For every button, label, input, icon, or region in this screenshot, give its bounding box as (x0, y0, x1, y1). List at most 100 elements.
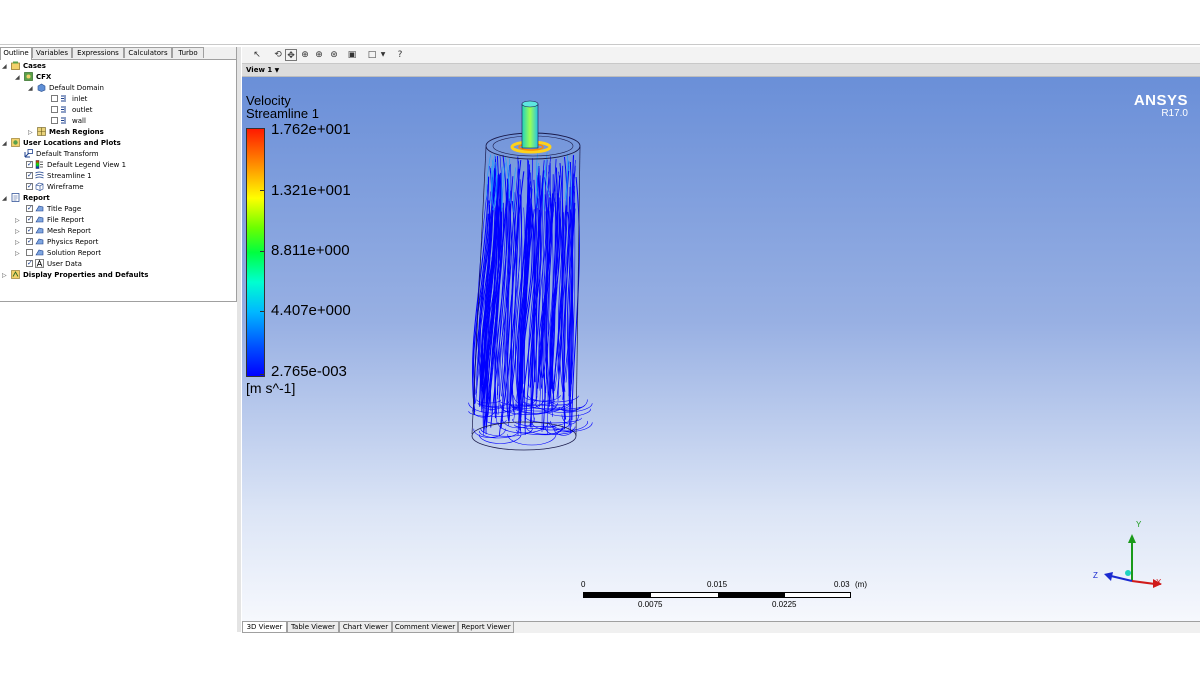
tab-table-viewer[interactable]: Table Viewer (287, 622, 339, 633)
visibility-checkbox[interactable] (26, 203, 33, 214)
tree-item-wireframe[interactable]: Wireframe (26, 181, 84, 193)
mesh-regions-icon (37, 127, 46, 136)
expand-arrow-icon[interactable]: ▷ (28, 127, 33, 138)
tree-item-user-locations[interactable]: User Locations and Plots (11, 138, 121, 149)
scale-bar (583, 592, 851, 598)
collapse-arrow-icon[interactable]: ◢ (2, 61, 7, 72)
tree-item-wall[interactable]: wall (51, 116, 86, 127)
tree-item-default-legend[interactable]: Default Legend View 1 (26, 159, 127, 171)
view-selector[interactable]: View 1 ▼ (246, 64, 279, 76)
boundary-icon (61, 106, 66, 113)
tree-item-cases[interactable]: Cases (11, 61, 46, 72)
help-icon[interactable]: ? (394, 49, 406, 61)
viewer-tabs: 3D Viewer Table Viewer Chart Viewer Comm… (242, 621, 1200, 633)
3d-viewport[interactable]: Velocity Streamline 1 1.762e+001 1.321e+… (242, 77, 1200, 621)
tab-turbo[interactable]: Turbo (172, 47, 204, 58)
visibility-checkbox[interactable] (51, 117, 58, 124)
tree-item-display-properties[interactable]: Display Properties and Defaults (11, 270, 148, 281)
zoom-icon[interactable]: ⊕ (299, 49, 311, 61)
visibility-checkbox[interactable] (26, 225, 33, 236)
collapse-arrow-icon[interactable]: ◢ (15, 72, 20, 83)
tree-label: Default Transform (36, 150, 99, 158)
tree-item-outlet[interactable]: outlet (51, 105, 92, 116)
tree-label: User Locations and Plots (23, 139, 121, 147)
pan-icon[interactable]: ✥ (285, 49, 297, 61)
tab-variables[interactable]: Variables (32, 47, 72, 58)
tree-item-title-page[interactable]: Title Page (26, 203, 81, 215)
tree-label: Cases (23, 62, 46, 70)
tree-item-default-domain[interactable]: Default Domain (37, 83, 104, 94)
streamline-curve (501, 162, 506, 208)
tree-label: Mesh Regions (49, 128, 104, 136)
tab-comment-viewer[interactable]: Comment Viewer (392, 622, 458, 633)
report-icon (11, 193, 20, 202)
tree-item-inlet[interactable]: inlet (51, 94, 87, 105)
collapse-arrow-icon[interactable]: ◢ (2, 138, 7, 149)
tree-item-streamline[interactable]: Streamline 1 (26, 170, 92, 182)
visibility-checkbox[interactable] (26, 258, 33, 269)
tree-item-file-report[interactable]: File Report (26, 214, 84, 226)
scale-bar-segment (718, 593, 785, 597)
tab-calculators[interactable]: Calculators (124, 47, 172, 58)
boundary-icon (61, 117, 66, 124)
tab-chart-viewer[interactable]: Chart Viewer (339, 622, 392, 633)
collapse-arrow-icon[interactable]: ◢ (2, 193, 7, 204)
visibility-checkbox[interactable] (26, 170, 33, 181)
visibility-checkbox[interactable] (26, 249, 33, 256)
visibility-checkbox[interactable] (26, 214, 33, 225)
tree-label: Report (23, 194, 50, 202)
tree-label: Default Legend View 1 (47, 161, 127, 169)
streamline-swirl (480, 428, 533, 437)
expand-arrow-icon[interactable]: ▷ (2, 270, 7, 281)
tree-label: Solution Report (47, 249, 101, 257)
tab-3d-viewer[interactable]: 3D Viewer (242, 622, 287, 633)
visibility-checkbox[interactable] (51, 95, 58, 102)
chevron-down-icon[interactable]: ▼ (377, 49, 389, 61)
report-page-icon (35, 249, 44, 256)
tree-item-mesh-regions[interactable]: Mesh Regions (37, 127, 104, 138)
viewer-toolbar: ↖ ⟲ ✥ ⊕ ⊕ ⊛ ▣ □ ▼ ? (242, 47, 1200, 64)
user-locations-icon (11, 138, 20, 147)
streamline-geometry (468, 100, 593, 451)
inlet-pipe (521, 103, 539, 149)
report-page-icon (35, 205, 44, 212)
domain-icon (37, 83, 46, 92)
view-selector-label: View 1 (246, 66, 273, 74)
visibility-checkbox[interactable] (26, 159, 33, 170)
visibility-checkbox[interactable] (26, 236, 33, 247)
legend-icon (35, 160, 43, 169)
visibility-checkbox[interactable] (51, 106, 58, 113)
visibility-checkbox[interactable] (26, 181, 33, 192)
scale-label: 0.0225 (772, 600, 797, 609)
expand-arrow-icon[interactable]: ▷ (15, 248, 20, 259)
tab-expressions[interactable]: Expressions (72, 47, 124, 58)
zoom-fit-icon[interactable]: ⊛ (328, 49, 340, 61)
tree-item-default-transform[interactable]: Default Transform (24, 149, 99, 160)
cylinder-right-edge (575, 146, 581, 437)
inlet-pipe-top (521, 100, 539, 108)
streamline-icon (35, 171, 44, 179)
tree-item-solution-report[interactable]: Solution Report (26, 248, 101, 259)
tab-report-viewer[interactable]: Report Viewer (458, 622, 514, 633)
window-top-border (0, 44, 1200, 45)
tree-item-cfx[interactable]: CFX (24, 72, 51, 83)
rotate-icon[interactable]: ⟲ (272, 49, 284, 61)
tab-outline[interactable]: Outline (0, 47, 32, 60)
scale-label: 0 (581, 580, 586, 589)
pick-icon[interactable]: ↖ (251, 49, 263, 61)
chevron-down-icon: ▼ (274, 67, 280, 74)
tree-item-mesh-report[interactable]: Mesh Report (26, 225, 91, 237)
axis-x-label: X (1156, 578, 1162, 587)
expand-arrow-icon[interactable]: ▷ (15, 226, 20, 237)
tree-item-physics-report[interactable]: Physics Report (26, 236, 98, 248)
expand-arrow-icon[interactable]: ▷ (15, 237, 20, 248)
wireframe-icon (35, 182, 44, 191)
axis-y-label: Y (1136, 520, 1142, 529)
panel-splitter[interactable] (237, 47, 241, 632)
tree-item-user-data[interactable]: User Data (26, 258, 82, 270)
expand-arrow-icon[interactable]: ▷ (15, 215, 20, 226)
tree-label: wall (72, 117, 86, 125)
collapse-arrow-icon[interactable]: ◢ (28, 83, 33, 94)
zoom-box-icon[interactable]: ⊕ (313, 49, 325, 61)
fit-view-icon[interactable]: ▣ (346, 49, 358, 61)
